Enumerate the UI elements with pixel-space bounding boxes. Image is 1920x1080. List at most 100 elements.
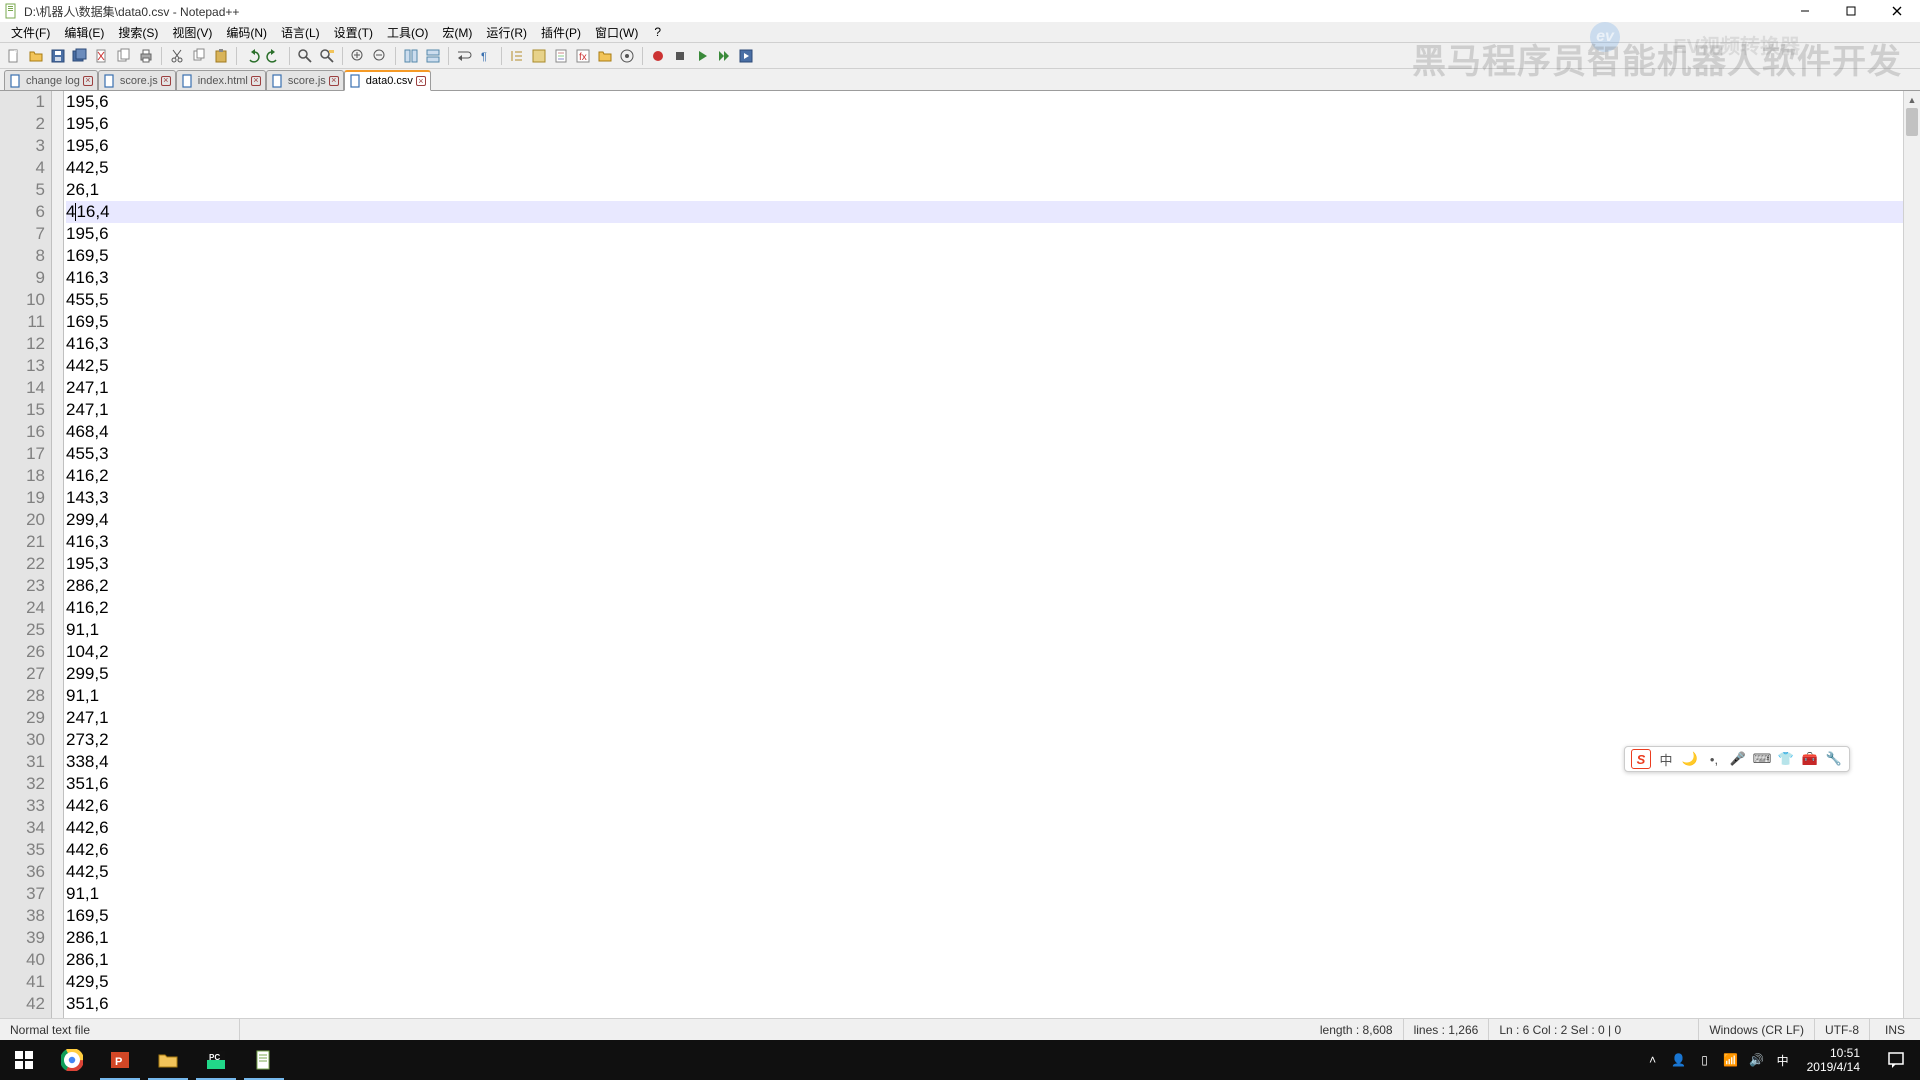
folder-panel-icon[interactable] bbox=[595, 46, 615, 66]
tab-close-icon[interactable]: × bbox=[329, 76, 339, 86]
code-line[interactable]: 455,3 bbox=[66, 443, 1903, 465]
taskbar-powerpoint[interactable]: P bbox=[96, 1040, 144, 1080]
code-area[interactable]: 195,6195,6195,6442,526,1416,4195,6169,54… bbox=[64, 91, 1903, 1029]
menu-encoding[interactable]: 编码(N) bbox=[219, 22, 274, 42]
code-line[interactable]: 442,5 bbox=[66, 355, 1903, 377]
ime-skin-icon[interactable]: 👕 bbox=[1777, 750, 1795, 768]
show-symbols-icon[interactable]: ¶ bbox=[476, 46, 496, 66]
ime-voice-icon[interactable]: 🎤 bbox=[1729, 750, 1747, 768]
ime-punct-icon[interactable]: •, bbox=[1705, 750, 1723, 768]
tab-close-icon[interactable]: × bbox=[251, 76, 261, 86]
code-line[interactable]: 442,5 bbox=[66, 157, 1903, 179]
ime-floating-bar[interactable]: S 中 🌙 •, 🎤 ⌨ 👕 🧰 🔧 bbox=[1624, 746, 1850, 772]
wordwrap-icon[interactable] bbox=[454, 46, 474, 66]
code-line[interactable]: 195,6 bbox=[66, 135, 1903, 157]
zoom-out-icon[interactable] bbox=[370, 46, 390, 66]
menu-run[interactable]: 运行(R) bbox=[479, 22, 534, 42]
tray-battery-icon[interactable]: ▯ bbox=[1697, 1052, 1713, 1068]
find-icon[interactable] bbox=[295, 46, 315, 66]
maximize-button[interactable] bbox=[1828, 0, 1874, 22]
userlang-icon[interactable] bbox=[529, 46, 549, 66]
ime-settings-icon[interactable]: 🔧 bbox=[1825, 750, 1843, 768]
code-line[interactable]: 416,4 bbox=[66, 201, 1903, 223]
code-line[interactable]: 299,5 bbox=[66, 663, 1903, 685]
func-list-icon[interactable]: fx bbox=[573, 46, 593, 66]
code-line[interactable]: 247,1 bbox=[66, 377, 1903, 399]
close-all-icon[interactable] bbox=[114, 46, 134, 66]
code-line[interactable]: 286,1 bbox=[66, 927, 1903, 949]
menu-tools[interactable]: 工具(O) bbox=[380, 22, 435, 42]
save-icon[interactable] bbox=[48, 46, 68, 66]
play-multi-icon[interactable] bbox=[714, 46, 734, 66]
code-line[interactable]: 91,1 bbox=[66, 619, 1903, 641]
tab-close-icon[interactable]: × bbox=[83, 76, 93, 86]
code-line[interactable]: 104,2 bbox=[66, 641, 1903, 663]
tab-data0-csv[interactable]: data0.csv × bbox=[344, 70, 431, 91]
close-button[interactable] bbox=[1874, 0, 1920, 22]
code-line[interactable]: 468,4 bbox=[66, 421, 1903, 443]
taskbar-clock[interactable]: 10:51 2019/4/14 bbox=[1801, 1046, 1866, 1074]
code-line[interactable]: 143,3 bbox=[66, 487, 1903, 509]
menu-settings[interactable]: 设置(T) bbox=[327, 22, 380, 42]
code-line[interactable]: 169,5 bbox=[66, 245, 1903, 267]
tray-chevron-up-icon[interactable]: ˄ bbox=[1645, 1052, 1661, 1068]
record-macro-icon[interactable] bbox=[648, 46, 668, 66]
ime-lang-toggle[interactable]: 中 bbox=[1657, 750, 1675, 768]
code-line[interactable]: 416,3 bbox=[66, 531, 1903, 553]
sync-v-icon[interactable] bbox=[401, 46, 421, 66]
close-file-icon[interactable] bbox=[92, 46, 112, 66]
code-line[interactable]: 286,1 bbox=[66, 949, 1903, 971]
code-line[interactable]: 351,6 bbox=[66, 773, 1903, 795]
vertical-scrollbar[interactable]: ▲ ▼ bbox=[1903, 91, 1920, 1029]
open-file-icon[interactable] bbox=[26, 46, 46, 66]
menu-file[interactable]: 文件(F) bbox=[4, 22, 57, 42]
indent-guide-icon[interactable] bbox=[507, 46, 527, 66]
code-line[interactable]: 442,6 bbox=[66, 817, 1903, 839]
undo-icon[interactable] bbox=[242, 46, 262, 66]
tab-score-js-1[interactable]: score.js × bbox=[98, 70, 176, 90]
stop-macro-icon[interactable] bbox=[670, 46, 690, 66]
code-line[interactable]: 247,1 bbox=[66, 707, 1903, 729]
code-line[interactable]: 195,6 bbox=[66, 91, 1903, 113]
save-macro-icon[interactable] bbox=[736, 46, 756, 66]
menu-language[interactable]: 语言(L) bbox=[274, 22, 327, 42]
tray-ime-icon[interactable]: 中 bbox=[1775, 1052, 1791, 1068]
play-macro-icon[interactable] bbox=[692, 46, 712, 66]
tray-people-icon[interactable]: 👤 bbox=[1671, 1052, 1687, 1068]
zoom-in-icon[interactable] bbox=[348, 46, 368, 66]
code-line[interactable]: 299,4 bbox=[66, 509, 1903, 531]
taskbar-pycharm[interactable]: PC bbox=[192, 1040, 240, 1080]
code-line[interactable]: 247,1 bbox=[66, 399, 1903, 421]
code-line[interactable]: 351,6 bbox=[66, 993, 1903, 1015]
menu-window[interactable]: 窗口(W) bbox=[588, 22, 645, 42]
menu-search[interactable]: 搜索(S) bbox=[111, 22, 165, 42]
new-file-icon[interactable] bbox=[4, 46, 24, 66]
start-button[interactable] bbox=[0, 1040, 48, 1080]
paste-icon[interactable] bbox=[211, 46, 231, 66]
tab-score-js-2[interactable]: score.js × bbox=[266, 70, 344, 90]
code-line[interactable]: 416,3 bbox=[66, 333, 1903, 355]
minimize-button[interactable] bbox=[1782, 0, 1828, 22]
print-icon[interactable] bbox=[136, 46, 156, 66]
code-line[interactable]: 91,1 bbox=[66, 685, 1903, 707]
code-line[interactable]: 169,5 bbox=[66, 905, 1903, 927]
code-line[interactable]: 91,1 bbox=[66, 883, 1903, 905]
scroll-thumb[interactable] bbox=[1906, 108, 1918, 136]
tray-volume-icon[interactable]: 🔊 bbox=[1749, 1052, 1765, 1068]
tab-close-icon[interactable]: × bbox=[416, 76, 426, 86]
monitoring-icon[interactable] bbox=[617, 46, 637, 66]
tray-network-icon[interactable]: 📶 bbox=[1723, 1052, 1739, 1068]
menu-help[interactable]: ? bbox=[647, 22, 668, 42]
cut-icon[interactable] bbox=[167, 46, 187, 66]
scroll-up-icon[interactable]: ▲ bbox=[1904, 91, 1920, 108]
taskbar-file-explorer[interactable] bbox=[144, 1040, 192, 1080]
tab-change-log[interactable]: change log × bbox=[4, 70, 98, 90]
redo-icon[interactable] bbox=[264, 46, 284, 66]
menu-edit[interactable]: 编辑(E) bbox=[57, 22, 111, 42]
code-line[interactable]: 442,5 bbox=[66, 861, 1903, 883]
taskbar-notepadpp[interactable] bbox=[240, 1040, 288, 1080]
code-line[interactable]: 169,5 bbox=[66, 311, 1903, 333]
code-line[interactable]: 195,6 bbox=[66, 223, 1903, 245]
tab-close-icon[interactable]: × bbox=[161, 76, 171, 86]
code-line[interactable]: 195,6 bbox=[66, 113, 1903, 135]
